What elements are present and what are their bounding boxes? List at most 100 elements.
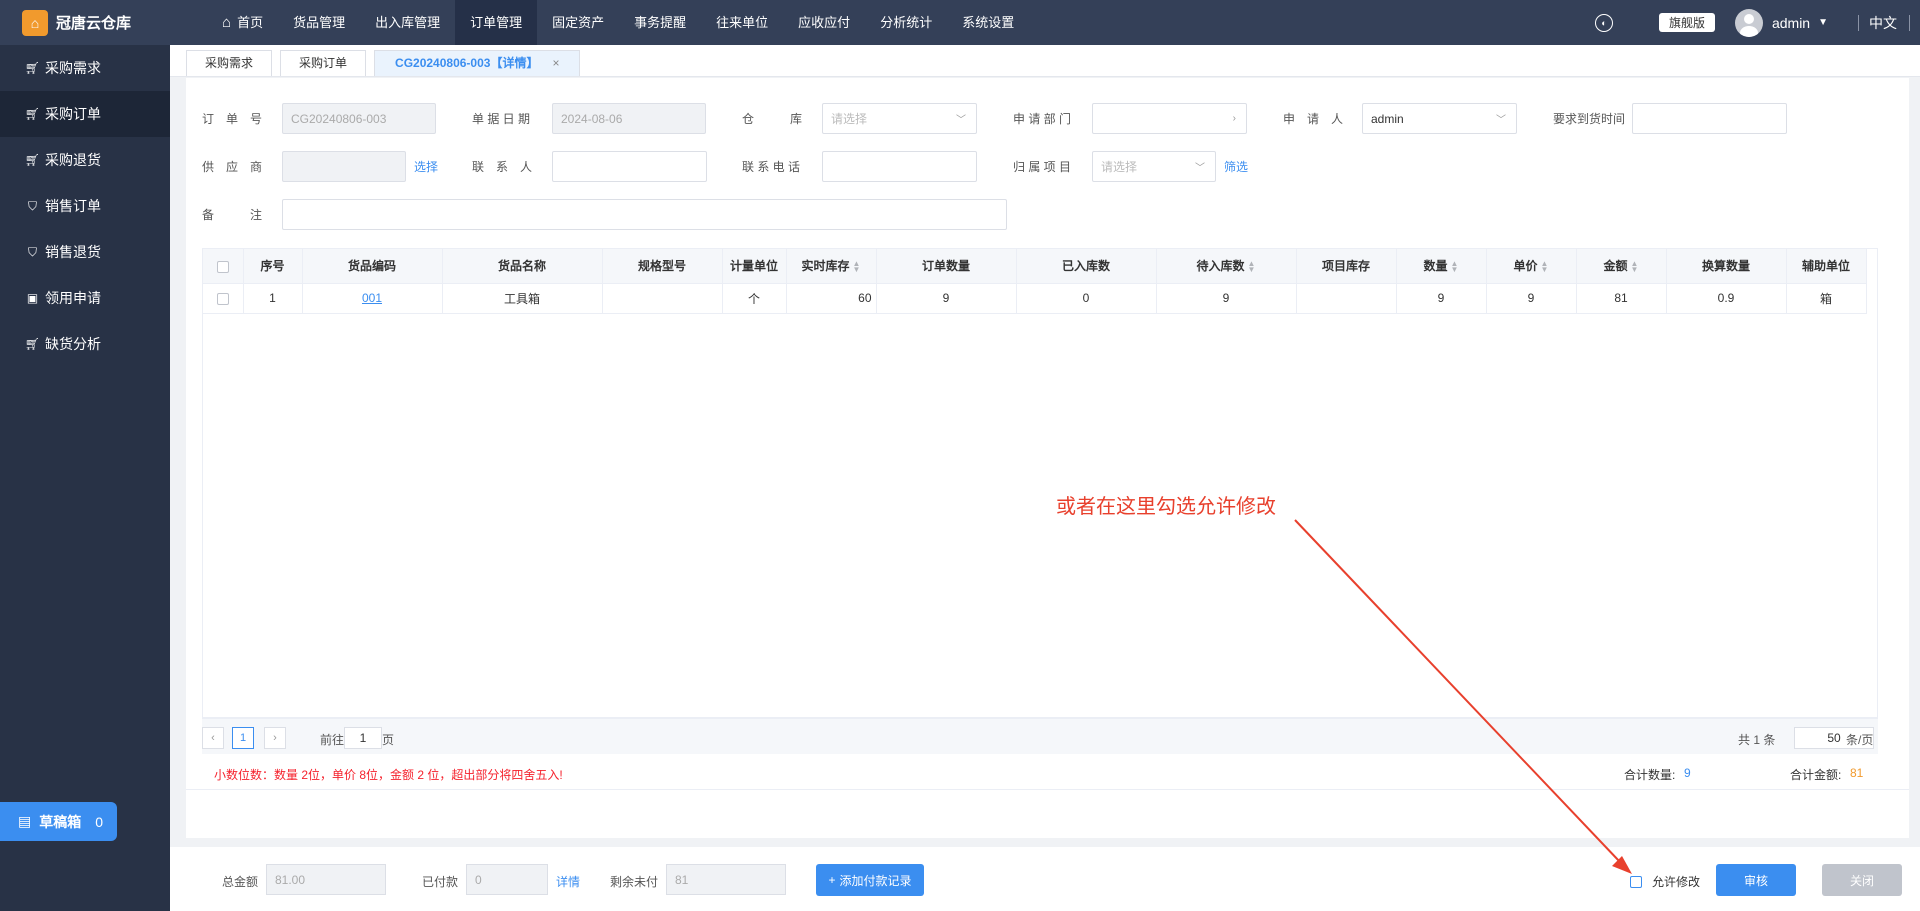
remark-label: 备 注 — [202, 208, 263, 222]
version-badge: 旗舰版 — [1658, 13, 1715, 32]
allow-edit-checkbox[interactable]: 允许修改 — [1630, 873, 1700, 890]
remark-field[interactable] — [282, 199, 1007, 230]
caret-down-icon[interactable]: ▼ — [1818, 17, 1828, 28]
sidebar-item-label: 缺货分析 — [45, 336, 101, 352]
sort-icon[interactable]: ▲ ▼ — [1631, 260, 1639, 274]
nav-item-stock-io[interactable]: 出入库管理 — [360, 0, 455, 45]
col-header-sortable[interactable]: 金额 ▲ ▼ — [1576, 249, 1667, 284]
table-header-row: 序号 货品编码 货品名称 规格型号 计量单位 实时库存 ▲ ▼ 订单数量 已入库数 … — [203, 249, 1867, 284]
goto-page-input[interactable]: 1 — [344, 727, 382, 749]
sort-icon[interactable]: ▲ ▼ — [1451, 260, 1459, 274]
annotation-text: 或者在这里勾选允许修改 — [1056, 496, 1276, 518]
theme-icon[interactable]: ◐ — [1594, 13, 1613, 32]
applicant-select[interactable]: admin ﹀ — [1362, 103, 1517, 134]
nav-item-finance[interactable]: 应收应付 — [783, 0, 865, 45]
page-number-button[interactable]: 1 — [232, 727, 254, 749]
col-header-sortable[interactable]: 数量 ▲ ▼ — [1396, 249, 1487, 284]
sidebar-item-label: 销售退货 — [45, 244, 101, 260]
warehouse-select[interactable]: 请选择 ﹀ — [822, 103, 977, 134]
divider — [1858, 14, 1859, 31]
sidebar-item-purchase-return[interactable]: 🛒︎ 采购退货 — [0, 137, 170, 183]
username[interactable]: admin — [1772, 15, 1810, 31]
arrival-time-field[interactable] — [1632, 103, 1787, 134]
cell-pending: 9 — [1156, 283, 1297, 314]
dept-select[interactable]: › — [1092, 103, 1247, 134]
table-row[interactable]: 1 001 工具箱 个 60 9 0 9 9 9 81 0.9 箱 — [203, 283, 1867, 314]
sort-icon[interactable]: ▲ ▼ — [1248, 260, 1256, 274]
cart-icon: 🛒︎ — [24, 337, 41, 351]
row-select-cell[interactable] — [203, 283, 244, 314]
close-icon[interactable]: × — [552, 56, 559, 70]
goods-table: 序号 货品编码 货品名称 规格型号 计量单位 实时库存 ▲ ▼ 订单数量 已入库数 … — [202, 248, 1878, 718]
app-logo[interactable]: ⌂ 冠唐云仓库 — [0, 0, 170, 45]
checkbox[interactable] — [1630, 875, 1642, 888]
bottom-action-bar: 总金额 81.00 已付款 0 详情 剩余未付 81 + 添加付款记录 允许修改 … — [170, 847, 1920, 911]
sort-icon[interactable]: ▲ ▼ — [853, 260, 861, 274]
order-no-label: 订 单 号 — [202, 112, 263, 126]
total-amount-field: 81.00 — [266, 864, 386, 895]
sidebar-item-purchase-order[interactable]: 🛒︎ 采购订单 — [0, 91, 170, 137]
project-select[interactable]: 请选择 ﹀ — [1092, 151, 1216, 182]
goods-table-grid: 序号 货品编码 货品名称 规格型号 计量单位 实时库存 ▲ ▼ 订单数量 已入库数 … — [203, 249, 1867, 314]
sidebar-item-shortage[interactable]: 🛒︎ 缺货分析 — [0, 321, 170, 367]
sidebar-item-label: 销售订单 — [45, 198, 101, 214]
col-header: 订单数量 — [876, 249, 1017, 284]
chevron-right-icon: › — [1232, 113, 1236, 124]
row-checkbox[interactable] — [216, 292, 229, 305]
col-header-sortable[interactable]: 待入库数 ▲ ▼ — [1156, 249, 1297, 284]
date-field: 2024-08-06 — [552, 103, 706, 134]
sidebar-item-purchase-demand[interactable]: 🛒︎ 采购需求 — [0, 45, 170, 91]
col-header-sortable[interactable]: 单价 ▲ ▼ — [1486, 249, 1577, 284]
next-page-button[interactable]: › — [264, 727, 286, 749]
total-count: 共 1 条 — [1738, 733, 1776, 747]
contact-field[interactable] — [552, 151, 707, 182]
nav-item-goods[interactable]: 货品管理 — [278, 0, 360, 45]
sidebar: 🛒︎ 采购需求 🛒︎ 采购订单 🛒︎ 采购退货 ⛉ 销售订单 ⛉ 销售退货 ▣ 领用申请 🛒… — [0, 45, 170, 911]
date-label: 单 据 日 期 — [472, 112, 531, 126]
phone-field[interactable] — [822, 151, 977, 182]
tab-order-detail[interactable]: CG20240806-003【详情】 × — [374, 50, 581, 76]
tab-order-detail-label: CG20240806-003【详情】 — [395, 56, 539, 70]
order-no-field: CG20240806-003 — [282, 103, 436, 134]
cell-project-stock — [1296, 283, 1397, 314]
prev-page-button[interactable]: ‹ — [202, 727, 224, 749]
nav-item-partners[interactable]: 往来单位 — [701, 0, 783, 45]
chevron-down-icon: ﹀ — [1496, 115, 1506, 126]
draft-box-button[interactable]: ▤ 草稿箱 0 — [0, 802, 117, 841]
language-switch[interactable]: 中文 — [1869, 13, 1897, 33]
sidebar-item-sales-return[interactable]: ⛉ 销售退货 — [0, 229, 170, 275]
sidebar-item-sales-order[interactable]: ⛉ 销售订单 — [0, 183, 170, 229]
sidebar-item-requisition[interactable]: ▣ 领用申请 — [0, 275, 170, 321]
nav-home[interactable]: ⌂ 首页 — [207, 0, 278, 45]
col-header-label: 数量 — [1423, 259, 1448, 274]
col-header: 货品名称 — [442, 249, 603, 284]
col-header: 已入库数 — [1016, 249, 1157, 284]
goods-code-link[interactable]: 001 — [362, 291, 382, 305]
sort-icon[interactable]: ▲ ▼ — [1541, 260, 1549, 274]
tab-purchase-order[interactable]: 采购订单 — [280, 50, 367, 76]
col-header-label: 单价 — [1513, 259, 1538, 274]
tab-purchase-demand[interactable]: 采购需求 — [186, 50, 273, 76]
avatar[interactable] — [1734, 8, 1763, 37]
nav-item-settings[interactable]: 系统设置 — [947, 0, 1029, 45]
col-header: 换算数量 — [1666, 249, 1787, 284]
approve-button[interactable]: 审核 — [1716, 864, 1796, 896]
nav-item-reminders[interactable]: 事务提醒 — [619, 0, 701, 45]
nav-item-assets[interactable]: 固定资产 — [537, 0, 619, 45]
order-summary: 小数位数：数量 2位，单价 8位，金额 2 位，超出部分将四舍五入! 合计数量:… — [186, 754, 1909, 790]
paid-detail-link[interactable]: 详情 — [556, 873, 580, 890]
total-qty-value: 9 — [1684, 766, 1691, 780]
top-bar: ⌂ 冠唐云仓库 ⌂ 首页 货品管理 出入库管理 订单管理 固定资产 事务提醒 往… — [0, 0, 1920, 45]
select-all-checkbox[interactable] — [216, 260, 229, 273]
contact-label: 联 系 人 — [472, 160, 533, 174]
nav-item-orders[interactable]: 订单管理 — [455, 0, 538, 45]
chevron-down-icon: ﹀ — [1195, 163, 1205, 174]
add-payment-button[interactable]: + 添加付款记录 — [816, 864, 924, 896]
col-header-sortable[interactable]: 实时库存 ▲ ▼ — [786, 249, 877, 284]
project-filter-link[interactable]: 筛选 — [1224, 158, 1248, 175]
select-all-cell[interactable] — [203, 249, 244, 284]
supplier-select-link[interactable]: 选择 — [414, 158, 438, 175]
nav-item-analytics[interactable]: 分析统计 — [865, 0, 947, 45]
supplier-field — [282, 151, 406, 182]
app-name: 冠唐云仓库 — [56, 15, 132, 32]
